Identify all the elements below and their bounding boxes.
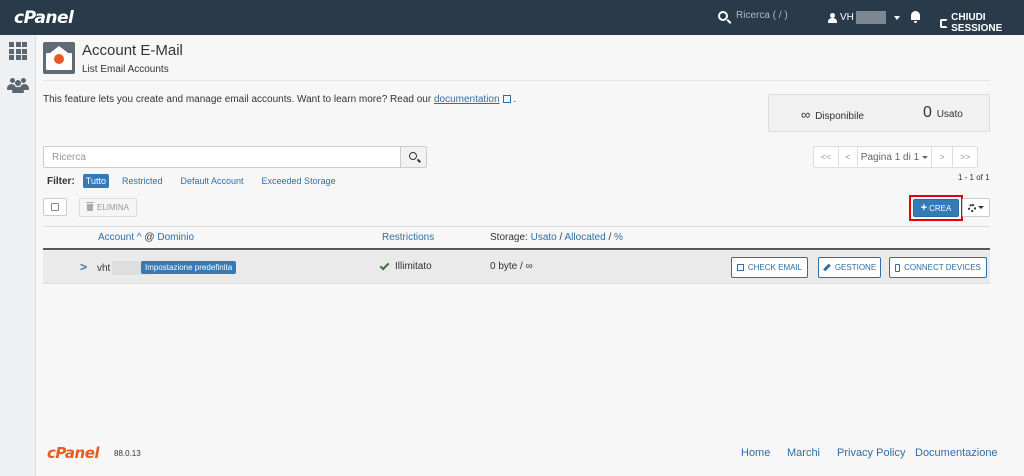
- used-stat: 0 Usato: [923, 104, 963, 121]
- check-email-button[interactable]: CHECK EMAIL: [731, 257, 808, 278]
- sort-storage-used[interactable]: Usato: [531, 232, 557, 243]
- sort-storage-percent[interactable]: %: [614, 232, 623, 243]
- result-range: 1 - 1 of 1: [958, 173, 990, 182]
- logout-button[interactable]: CHIUDI SESSIONE: [940, 12, 1024, 34]
- trash-icon: [85, 202, 94, 211]
- divider: [43, 80, 990, 81]
- user-icon: [828, 12, 837, 23]
- username: VH: [840, 12, 854, 23]
- chevron-down-icon: [922, 155, 929, 159]
- footer-link-trademarks[interactable]: Marchi: [787, 447, 820, 459]
- search-button[interactable]: [400, 146, 427, 168]
- global-search[interactable]: Ricerca ( / ): [718, 10, 788, 21]
- column-account-domain[interactable]: Account ^ @ Dominio: [98, 232, 194, 243]
- filter-bar: Filter: Tutto Restricted Default Account…: [47, 174, 351, 188]
- account-stats: ∞ Disponibile 0 Usato: [768, 94, 990, 132]
- sort-up-icon: ^: [136, 232, 142, 243]
- filter-exceeded-storage[interactable]: Exceeded Storage: [259, 174, 339, 188]
- storage-value: 0 byte / ∞: [490, 261, 533, 272]
- bell-icon[interactable]: [910, 11, 921, 23]
- documentation-link[interactable]: documentation: [434, 94, 500, 105]
- available-stat: ∞ Disponibile: [801, 107, 864, 122]
- expand-chevron-icon[interactable]: >: [80, 260, 87, 274]
- sidebar: [0, 35, 36, 476]
- mobile-icon: [895, 263, 901, 272]
- check-icon: [379, 260, 390, 270]
- email-account-icon: [43, 42, 75, 74]
- delete-button[interactable]: ELIMINA: [79, 198, 137, 217]
- global-search-placeholder: Ricerca ( / ): [736, 10, 788, 21]
- create-button[interactable]: + CREA: [913, 199, 959, 217]
- edit-icon: [736, 264, 744, 271]
- page-title: Account E-Mail: [82, 42, 183, 59]
- select-all-checkbox[interactable]: [43, 198, 67, 216]
- search-icon: [718, 10, 728, 21]
- settings-dropdown[interactable]: [962, 198, 990, 217]
- sort-storage-allocated[interactable]: Allocated: [565, 232, 606, 243]
- footer-link-home[interactable]: Home: [741, 447, 770, 459]
- search-input[interactable]: [43, 146, 401, 168]
- filter-default-account[interactable]: Default Account: [177, 174, 246, 188]
- table-row: > vht Impostazione predefinita Illimitat…: [43, 251, 990, 284]
- top-bar: cPanel Ricerca ( / ) VH CHIUDI SESSIONE: [0, 0, 1024, 35]
- default-badge: Impostazione predefinita: [141, 261, 237, 274]
- version: 88.0.13: [114, 449, 141, 458]
- checkbox-icon: [51, 203, 59, 211]
- search-icon: [409, 152, 417, 160]
- gear-icon: [968, 203, 976, 212]
- chevron-down-icon: [893, 15, 900, 20]
- next-page-button[interactable]: >: [931, 146, 953, 168]
- last-page-button[interactable]: >>: [952, 146, 978, 168]
- pagination: << < Pagina 1 di 1 > >>: [813, 146, 978, 168]
- user-menu[interactable]: VH: [828, 11, 900, 24]
- page-subtitle: List Email Accounts: [82, 64, 169, 75]
- restriction-status: Illimitato: [379, 260, 432, 272]
- intro-text: This feature lets you create and manage …: [43, 94, 517, 105]
- column-storage: Storage: Usato / Allocated / %: [490, 232, 623, 243]
- prev-page-button[interactable]: <: [838, 146, 858, 168]
- external-link-icon: [502, 95, 511, 103]
- footer-link-documentation[interactable]: Documentazione: [915, 447, 998, 459]
- users-icon[interactable]: [7, 77, 29, 93]
- manage-button[interactable]: GESTIONE: [818, 257, 881, 278]
- logout-label: CHIUDI SESSIONE: [951, 12, 1003, 34]
- footer-logo: cPanel: [47, 444, 100, 462]
- chevron-down-icon: [978, 206, 984, 209]
- table-header: Account ^ @ Dominio Restrictions Storage…: [43, 226, 990, 250]
- apps-grid-icon[interactable]: [9, 42, 27, 60]
- wrench-icon: [822, 263, 831, 272]
- filter-all[interactable]: Tutto: [82, 174, 109, 188]
- footer-link-privacy[interactable]: Privacy Policy: [837, 447, 905, 459]
- plus-icon: +: [920, 202, 928, 214]
- username-redacted: [855, 11, 886, 24]
- cpanel-logo[interactable]: cPanel: [14, 8, 74, 28]
- filter-restricted[interactable]: Restricted: [119, 174, 166, 188]
- filter-label: Filter:: [47, 175, 75, 187]
- logout-icon: [940, 18, 949, 28]
- column-restrictions[interactable]: Restrictions: [382, 232, 434, 243]
- page-select[interactable]: Pagina 1 di 1: [857, 146, 932, 168]
- first-page-button[interactable]: <<: [813, 146, 839, 168]
- connect-devices-button[interactable]: CONNECT DEVICES: [889, 257, 987, 278]
